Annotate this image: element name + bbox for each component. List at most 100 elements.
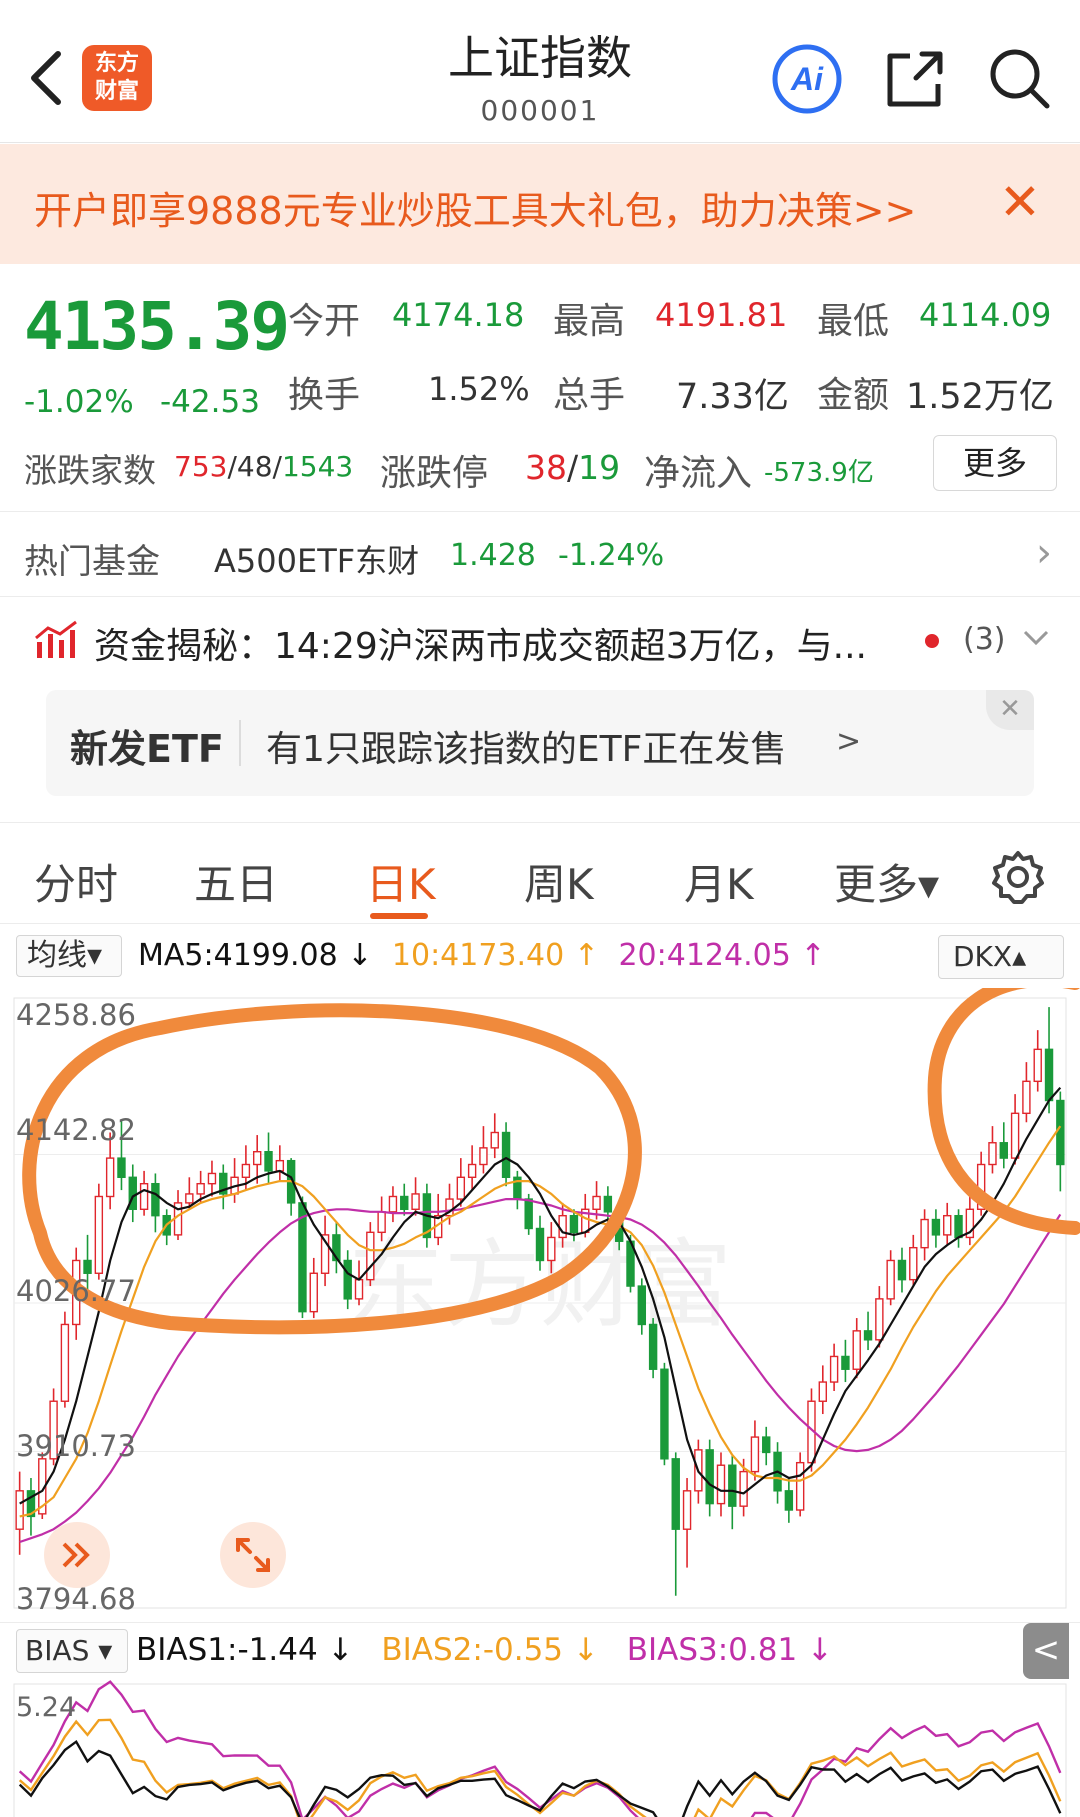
bias3-line xyxy=(18,1680,1062,1817)
gear-icon[interactable] xyxy=(990,849,1046,905)
candle-body xyxy=(467,1163,477,1178)
candle-body xyxy=(207,1172,217,1185)
candle-body xyxy=(479,1147,488,1166)
y-tick-label: 4142.82 xyxy=(16,1113,136,1147)
up-count: 753 xyxy=(174,450,228,483)
candle-body xyxy=(852,1330,861,1370)
candle-body xyxy=(400,1195,409,1210)
inflow-value: -573.9亿 xyxy=(764,458,874,488)
open-label: 今开 xyxy=(288,301,361,342)
tab-five-day[interactable]: 五日 xyxy=(194,851,278,912)
news-count: (3) xyxy=(963,622,1006,657)
logo-line-2: 财富 xyxy=(94,79,139,104)
chart-period-tabs: 分时 五日 日K 周K 月K 更多▾ xyxy=(0,822,1080,924)
hot-fund-row[interactable]: 热门基金 A500ETF东财 1.428 -1.24% › xyxy=(0,512,1080,596)
low-label: 最低 xyxy=(817,301,890,342)
dkx-select[interactable]: DKX▴ xyxy=(938,935,1064,979)
candle-body xyxy=(660,1368,669,1460)
candle-body xyxy=(875,1298,884,1341)
candle-body xyxy=(829,1355,839,1383)
candle-body xyxy=(863,1330,873,1341)
candle-body xyxy=(943,1214,952,1236)
new-etf-text[interactable]: 有1只跟踪该指数的ETF正在发售 xyxy=(266,720,786,772)
bias2-value: BIAS2:-0.55 ↓ xyxy=(381,1632,599,1668)
candle-body xyxy=(762,1436,771,1454)
hot-fund-name[interactable]: A500ETF东财 xyxy=(214,536,419,582)
ai-assistant-icon[interactable]: Ai xyxy=(770,42,844,116)
expand-left-button[interactable] xyxy=(44,1522,110,1588)
new-etf-card[interactable]: 新发ETF 有1只跟踪该指数的ETF正在发售 > ✕ xyxy=(46,690,1034,796)
candle-body xyxy=(196,1182,205,1195)
tab-daily-k[interactable]: 日K xyxy=(366,851,436,912)
limit-down-count: 19 xyxy=(578,448,621,487)
search-icon[interactable] xyxy=(985,44,1055,114)
promo-text[interactable]: 开户即享9888元专业炒股工具大礼包，助力决策>> xyxy=(34,180,916,235)
tab-more[interactable]: 更多▾ xyxy=(834,851,939,912)
high-label: 最高 xyxy=(553,301,626,342)
limit-label: 涨跌停 xyxy=(380,453,489,494)
candle-body xyxy=(603,1195,613,1213)
ma-legend-bar: 均线▾ MA5:4199.08 ↓ 10:4173.40 ↑ 20:4124.0… xyxy=(0,928,1080,984)
change-percent: -1.02% xyxy=(24,384,134,420)
candle-body xyxy=(897,1259,907,1281)
divider xyxy=(0,596,1080,597)
more-button[interactable]: 更多 xyxy=(933,435,1057,491)
candle-body xyxy=(931,1218,941,1236)
promo-close-button[interactable]: ✕ xyxy=(995,174,1045,230)
current-price: 4135.39 xyxy=(24,288,290,365)
candle-body xyxy=(275,1159,285,1172)
fullscreen-button[interactable] xyxy=(220,1522,286,1588)
candle-body xyxy=(264,1151,273,1172)
kline-svg: 东方财富 xyxy=(13,972,1080,1609)
promo-banner[interactable]: 开户即享9888元专业炒股工具大礼包，助力决策>> ✕ xyxy=(0,144,1080,264)
chevron-down-icon[interactable] xyxy=(1022,627,1050,649)
tab-intraday[interactable]: 分时 xyxy=(34,851,118,912)
news-headline[interactable]: 资金揭秘：14:29沪深两市成交额超3万亿，与... xyxy=(94,617,867,669)
back-arrow-icon[interactable] xyxy=(26,48,66,108)
chevron-right-icon[interactable]: > xyxy=(836,724,861,759)
page-title: 上证指数 xyxy=(448,31,632,85)
kline-chart[interactable]: 东方财富 4258.86 4142.82 4026.77 3910.73 379… xyxy=(0,972,1080,1618)
candle-body xyxy=(818,1381,828,1402)
candle-body xyxy=(309,1272,318,1313)
active-tab-indicator xyxy=(370,913,428,919)
divider xyxy=(239,720,241,766)
collapse-button[interactable]: < xyxy=(1023,1623,1069,1679)
candle-body xyxy=(15,1490,24,1530)
candle-body xyxy=(1033,1048,1042,1083)
tab-monthly-k[interactable]: 月K xyxy=(684,851,754,912)
candle-body xyxy=(988,1142,997,1166)
tab-weekly-k[interactable]: 周K xyxy=(524,851,594,912)
expand-icon xyxy=(236,1538,270,1572)
ma5-value: MA5:4199.08 ↓ xyxy=(138,938,373,973)
bias-values: BIAS1:-1.44 ↓ BIAS2:-0.55 ↓ BIAS3:0.81 ↓ xyxy=(136,1632,833,1668)
candle-body xyxy=(343,1259,352,1300)
candle-body xyxy=(637,1285,647,1326)
limit-values: 38/19 xyxy=(525,448,621,487)
ma10-value: 10:4173.40 ↑ xyxy=(391,938,599,973)
candle-body xyxy=(569,1214,579,1234)
candle-body xyxy=(784,1490,794,1511)
candle-body xyxy=(739,1470,748,1507)
candle-body xyxy=(388,1195,398,1213)
candle-body xyxy=(705,1449,714,1505)
candle-body xyxy=(241,1163,251,1178)
hot-fund-label: 热门基金 xyxy=(24,542,160,582)
candle-body xyxy=(501,1131,511,1178)
candle-body xyxy=(490,1131,499,1149)
etf-close-button[interactable]: ✕ xyxy=(986,690,1034,730)
candle-body xyxy=(841,1355,850,1370)
candle-body xyxy=(682,1490,692,1530)
hot-fund-price: 1.428 xyxy=(450,538,536,573)
bias-chart[interactable]: 5.24 xyxy=(0,1680,1080,1817)
indicator-select[interactable]: 均线▾ xyxy=(16,935,122,977)
amount-value: 1.52万亿 xyxy=(906,377,1054,417)
chevron-right-icon[interactable]: › xyxy=(1036,530,1052,576)
ma20-value: 20:4124.05 ↑ xyxy=(618,938,826,973)
ma-values: MA5:4199.08 ↓ 10:4173.40 ↑ 20:4124.05 ↑ xyxy=(138,938,825,973)
breadth-label: 涨跌家数 xyxy=(24,451,156,490)
candle-body xyxy=(795,1461,805,1511)
bias-select[interactable]: BIAS ▾ xyxy=(16,1629,128,1673)
hot-fund-change: -1.24% xyxy=(558,538,665,573)
share-icon[interactable] xyxy=(880,44,950,114)
